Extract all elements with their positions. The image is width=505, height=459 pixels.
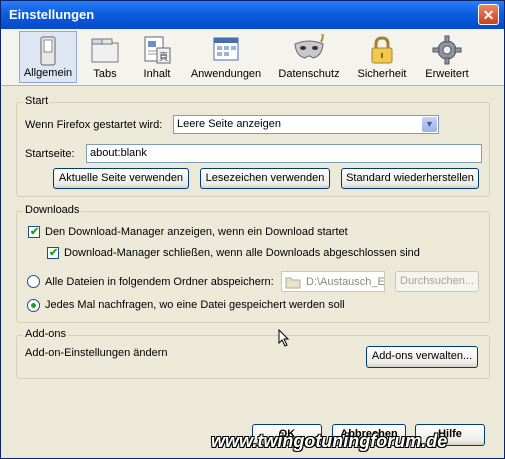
content-icon: 頁 (144, 36, 171, 64)
preferences-window: Einstellungen ✕ Allgemein Tabs 頁 Inhalt … (0, 0, 505, 459)
addons-description: Add-on-Einstellungen ändern (25, 347, 168, 359)
lock-icon (371, 36, 393, 64)
homepage-label: Startseite: (25, 148, 75, 160)
start-legend: Start (23, 95, 51, 107)
use-current-page-button[interactable]: Aktuelle Seite verwenden (53, 168, 189, 189)
save-all-radio[interactable] (27, 275, 40, 288)
browse-button[interactable]: Durchsuchen... (395, 271, 479, 292)
title-bar[interactable]: Einstellungen ✕ (1, 1, 504, 29)
check-icon: ✔ (49, 247, 59, 259)
preferences-toolbar: Allgemein Tabs 頁 Inhalt Anwendungen Date… (1, 29, 504, 86)
tab-inhalt[interactable]: 頁 Inhalt (134, 31, 180, 83)
tab-label: Anwendungen (190, 68, 262, 80)
tab-allgemein[interactable]: Allgemein (19, 31, 77, 83)
tab-label: Allgemein (23, 67, 73, 79)
use-bookmark-button[interactable]: Lesezeichen verwenden (200, 168, 330, 189)
close-download-manager-label[interactable]: Download-Manager schließen, wenn alle Do… (64, 247, 420, 259)
tab-anwendungen[interactable]: Anwendungen (187, 31, 265, 83)
folder-icon (285, 277, 301, 289)
tab-label: Datenschutz (278, 68, 340, 80)
gear-icon (432, 35, 462, 65)
tab-datenschutz[interactable]: Datenschutz (273, 31, 345, 83)
tab-erweitert[interactable]: Erweitert (419, 31, 475, 83)
downloads-group: Downloads ✔ Den Download-Manager anzeige… (16, 204, 490, 323)
check-icon: ✔ (30, 226, 40, 238)
download-folder-field: D:\Austausch_E (281, 271, 385, 292)
tabs-icon (91, 38, 119, 63)
switch-icon (40, 36, 56, 66)
svg-text:頁: 頁 (159, 52, 168, 63)
ask-each-time-label[interactable]: Jedes Mal nachfragen, wo eine Datei gesp… (45, 299, 345, 311)
startup-label: Wenn Firefox gestartet wird: (25, 119, 163, 131)
radio-dot (31, 303, 36, 308)
homepage-input[interactable]: about:blank (86, 144, 482, 163)
close-icon: ✕ (482, 7, 495, 23)
startup-select-value: Leere Seite anzeigen (177, 118, 281, 130)
restore-default-button[interactable]: Standard wiederherstellen (341, 168, 479, 189)
addons-legend: Add-ons (23, 328, 68, 340)
start-group: Start Wenn Firefox gestartet wird: Leere… (16, 95, 490, 197)
close-download-manager-checkbox[interactable]: ✔ (47, 247, 59, 259)
window-title: Einstellungen (9, 7, 95, 22)
startup-select[interactable]: Leere Seite anzeigen ▼ (173, 115, 439, 134)
chevron-down-icon[interactable]: ▼ (422, 117, 437, 132)
show-download-manager-label[interactable]: Den Download-Manager anzeigen, wenn ein … (45, 226, 348, 238)
tab-label: Sicherheit (357, 68, 407, 80)
mask-icon (294, 34, 324, 59)
downloads-legend: Downloads (23, 204, 82, 216)
close-button[interactable]: ✕ (478, 4, 499, 25)
show-download-manager-checkbox[interactable]: ✔ (28, 226, 40, 238)
tab-sicherheit[interactable]: Sicherheit (353, 31, 411, 83)
ask-each-time-radio[interactable] (27, 299, 40, 312)
mouse-cursor-icon (278, 329, 290, 347)
addons-group: Add-ons Add-on-Einstellungen ändern Add-… (16, 328, 490, 379)
tab-label: Tabs (93, 68, 117, 80)
tab-label: Inhalt (143, 68, 171, 80)
manage-addons-button[interactable]: Add-ons verwalten... (366, 346, 478, 368)
tab-label: Erweitert (425, 68, 469, 80)
tab-tabs[interactable]: Tabs (83, 31, 127, 83)
save-all-label[interactable]: Alle Dateien in folgendem Ordner abspeic… (45, 276, 274, 288)
download-folder-path: D:\Austausch_E (306, 276, 385, 288)
applications-icon (213, 37, 239, 61)
watermark: www.twingotuningforum.de (211, 431, 448, 451)
